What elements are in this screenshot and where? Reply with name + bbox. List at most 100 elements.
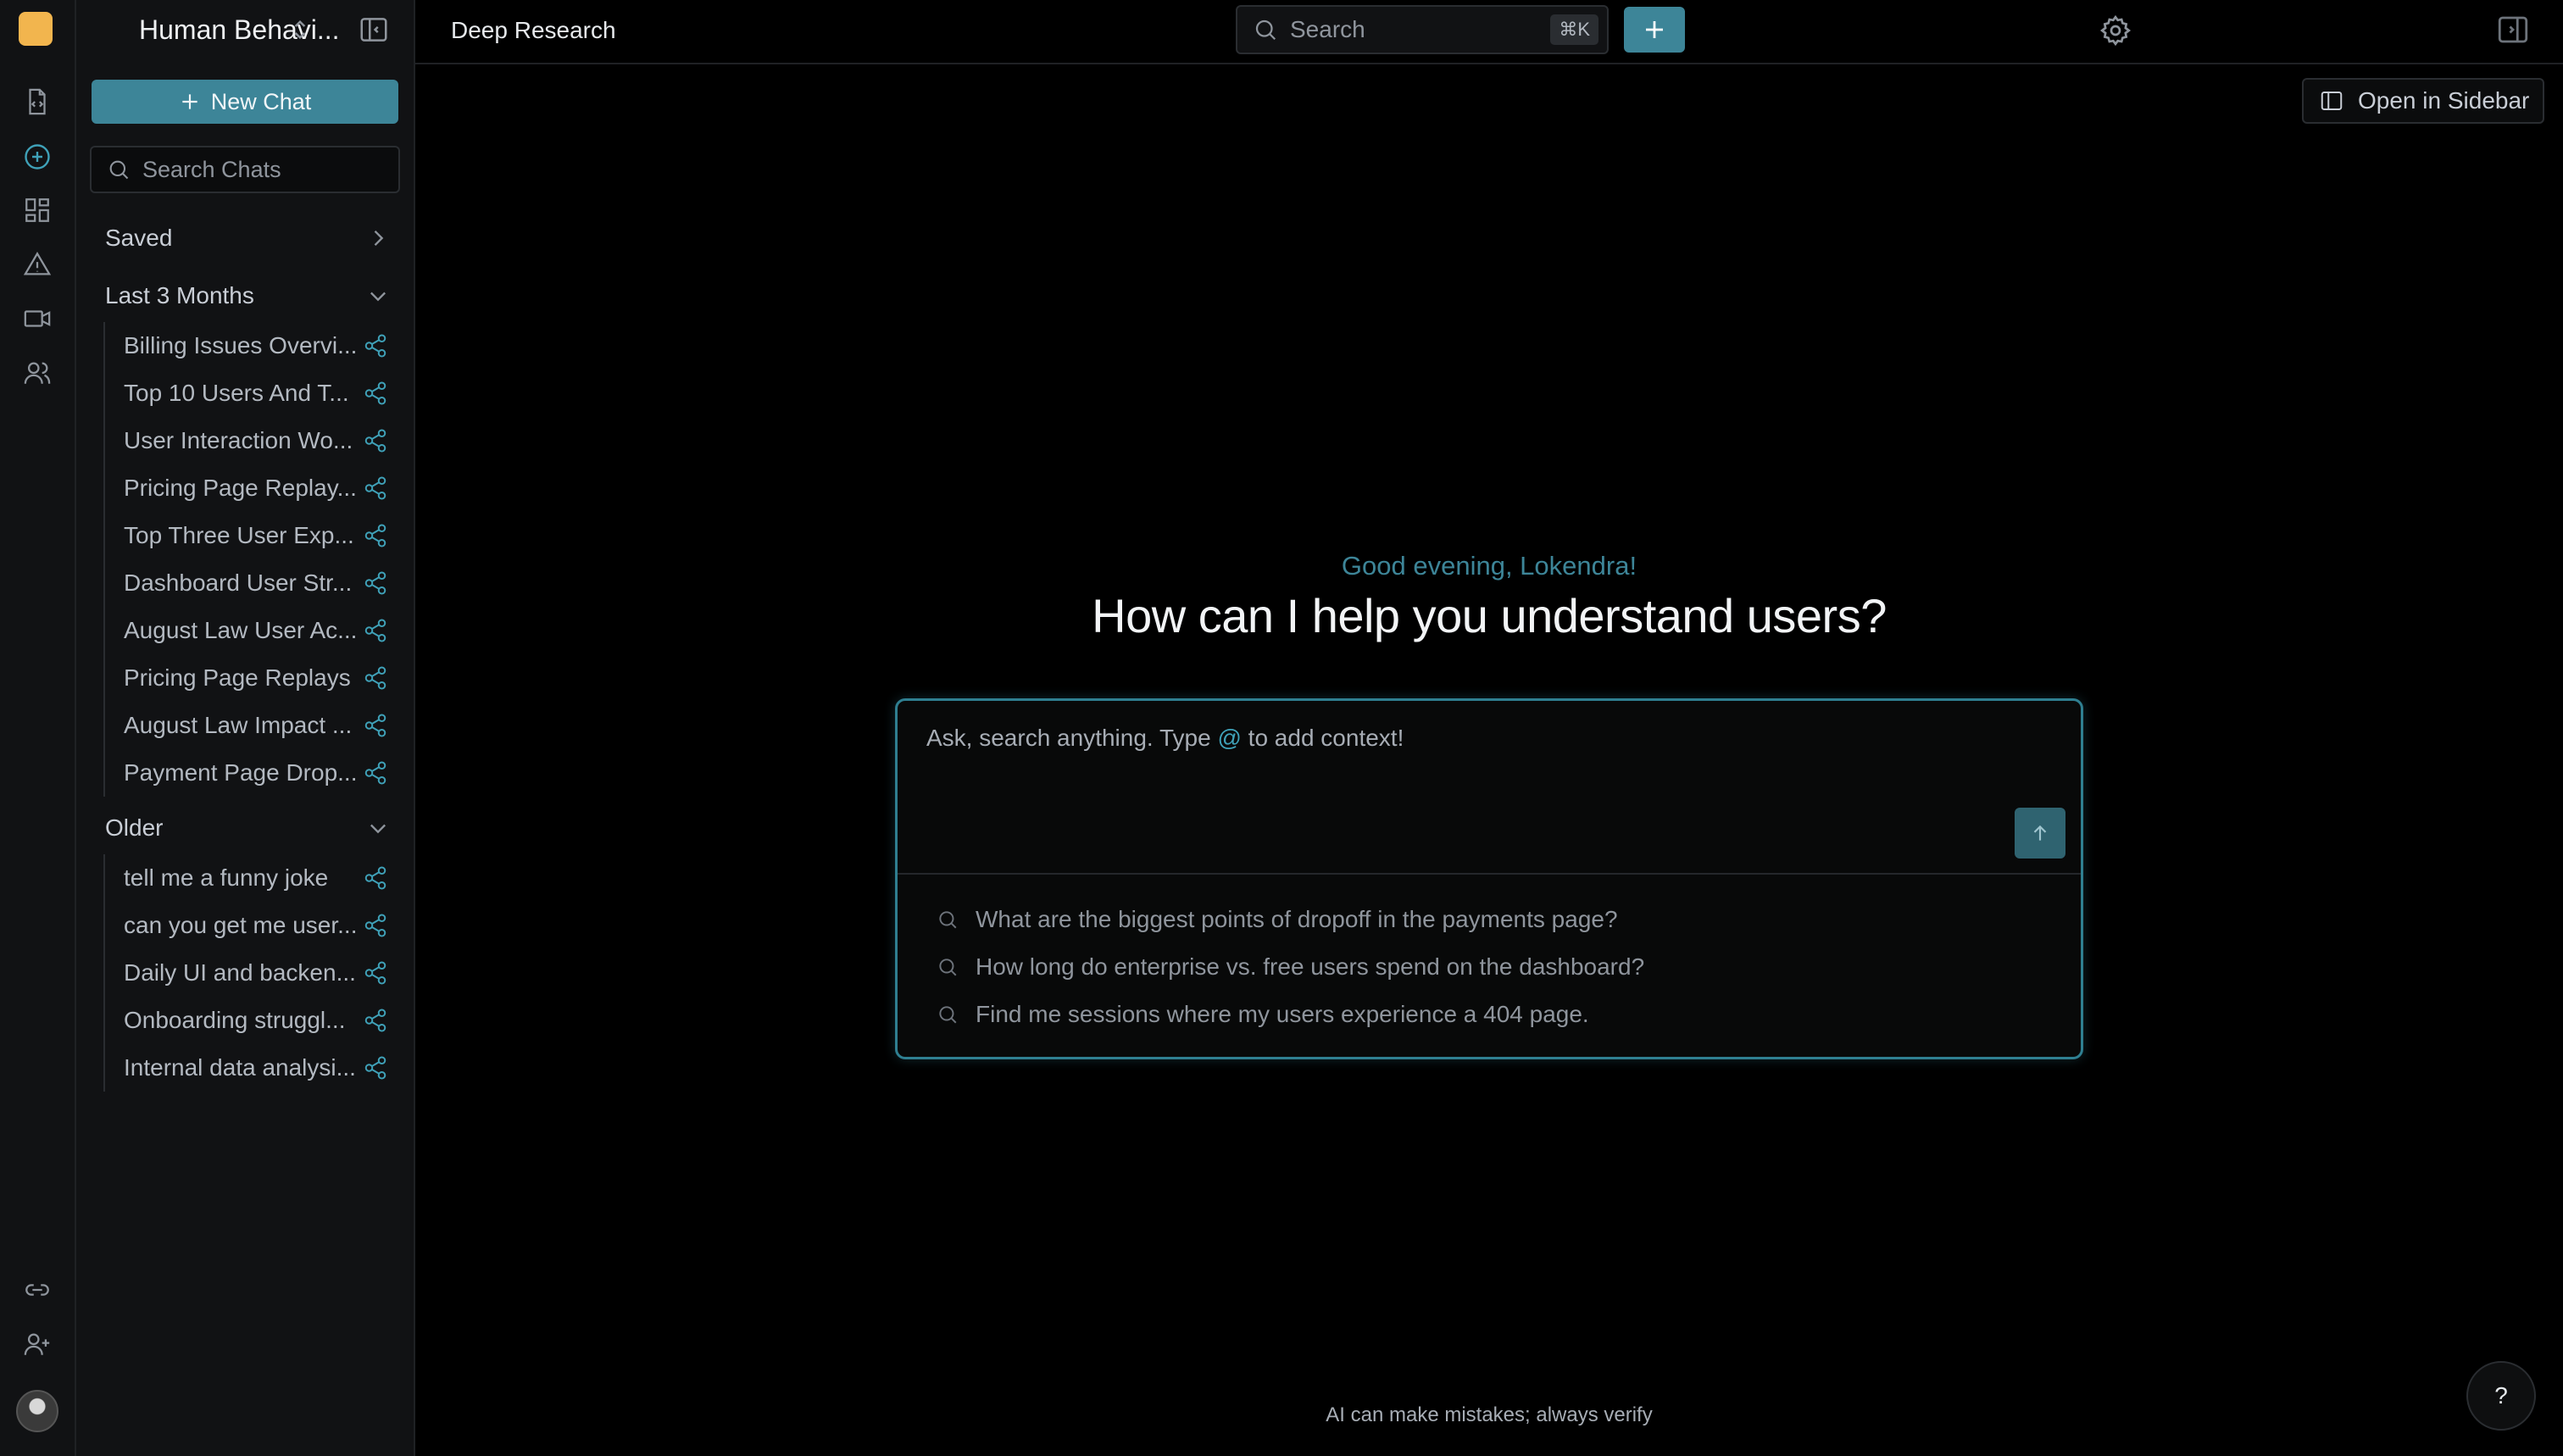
- share-icon[interactable]: [363, 760, 388, 786]
- share-icon[interactable]: [363, 523, 388, 548]
- share-icon[interactable]: [363, 1055, 388, 1081]
- chat-item-title: Payment Page Drop...: [124, 759, 358, 786]
- chat-item[interactable]: can you get me user...: [105, 902, 392, 949]
- workspace-logo[interactable]: [19, 12, 53, 46]
- chat-sidebar: Human Behavi... New Chat Saved Last 3 Mo…: [76, 0, 415, 1456]
- share-icon[interactable]: [363, 960, 388, 986]
- chat-item[interactable]: Top Three User Exp...: [105, 512, 392, 559]
- chat-item-title: tell me a funny joke: [124, 864, 329, 891]
- chat-item-title: Pricing Page Replays: [124, 664, 351, 691]
- global-search-placeholder: Search: [1290, 16, 1365, 42]
- suggestion-item[interactable]: What are the biggest points of dropoff i…: [937, 901, 1618, 938]
- section-older-label: Older: [105, 814, 164, 841]
- open-in-sidebar-label: Open in Sidebar: [2358, 87, 2530, 114]
- composer-prompt-at: @: [1217, 725, 1242, 751]
- search-icon: [939, 911, 957, 929]
- section-saved[interactable]: Saved: [105, 219, 390, 258]
- new-chat-label: New Chat: [210, 88, 312, 114]
- video-icon[interactable]: [14, 295, 61, 342]
- right-panel-toggle-icon[interactable]: [2495, 12, 2531, 47]
- chevron-right-icon: [374, 231, 384, 246]
- suggestion-text: What are the biggest points of dropoff i…: [976, 906, 1618, 932]
- chat-item-title: Pricing Page Replay...: [124, 475, 357, 501]
- collapse-sidebar-icon[interactable]: [358, 14, 390, 46]
- search-icon: [939, 959, 957, 976]
- chat-item[interactable]: Payment Page Drop...: [105, 749, 392, 797]
- composer-prompt-start: Ask, search anything. Type: [926, 725, 1218, 751]
- chat-item[interactable]: Top 10 Users And T...: [105, 370, 392, 417]
- global-search-button[interactable]: Search ⌘K: [1236, 5, 1609, 54]
- composer-prompt-end: to add context!: [1241, 725, 1404, 751]
- suggestion-item[interactable]: How long do enterprise vs. free users sp…: [937, 948, 1644, 986]
- search-icon: [1255, 19, 1276, 41]
- section-older[interactable]: Older: [105, 809, 390, 847]
- share-icon[interactable]: [363, 665, 388, 691]
- chat-item[interactable]: August Law Impact ...: [105, 702, 392, 749]
- plus-icon: [1646, 21, 1663, 38]
- composer-divider: [898, 873, 2081, 875]
- gear-icon[interactable]: [2099, 14, 2132, 47]
- share-icon[interactable]: [363, 333, 388, 358]
- suggestion-text: Find me sessions where my users experien…: [976, 1001, 1589, 1027]
- open-in-sidebar-button[interactable]: Open in Sidebar: [2302, 78, 2544, 124]
- chat-composer[interactable]: Ask, search anything. Type @ to add cont…: [895, 698, 2083, 1059]
- send-button[interactable]: [2015, 808, 2065, 859]
- new-chat-button[interactable]: New Chat: [92, 80, 398, 124]
- chat-item-title: Onboarding struggl...: [124, 1007, 346, 1033]
- dashboard-grid-icon[interactable]: [14, 186, 61, 234]
- chevron-up-down-icon[interactable]: [286, 15, 314, 44]
- chat-item-title: Top 10 Users And T...: [124, 380, 349, 406]
- share-icon[interactable]: [363, 713, 388, 738]
- section-last-3-months[interactable]: Last 3 Months: [105, 276, 390, 315]
- chat-item-title: Internal data analysi...: [124, 1054, 356, 1081]
- share-icon[interactable]: [363, 428, 388, 453]
- chat-item[interactable]: tell me a funny joke: [105, 854, 392, 902]
- older-chat-list: tell me a funny joke can you get me user…: [103, 854, 392, 1092]
- chat-item-title: Daily UI and backen...: [124, 959, 356, 986]
- share-icon[interactable]: [363, 1008, 388, 1033]
- help-button[interactable]: ?: [2466, 1361, 2536, 1431]
- share-icon[interactable]: [363, 570, 388, 596]
- sidebar-panel-icon: [2321, 92, 2343, 110]
- search-icon: [109, 160, 129, 180]
- warning-icon[interactable]: [14, 241, 61, 288]
- chat-item[interactable]: August Law User Ac...: [105, 607, 392, 654]
- chat-item[interactable]: Billing Issues Overvi...: [105, 322, 392, 370]
- chat-item[interactable]: Dashboard User Str...: [105, 559, 392, 607]
- chat-item[interactable]: Internal data analysi...: [105, 1044, 392, 1092]
- share-icon[interactable]: [363, 381, 388, 406]
- plus-circle-icon[interactable]: [14, 133, 61, 181]
- chat-item[interactable]: Onboarding struggl...: [105, 997, 392, 1044]
- composer-input[interactable]: Ask, search anything. Type @ to add cont…: [926, 725, 1404, 752]
- chat-item[interactable]: Pricing Page Replays: [105, 654, 392, 702]
- headline: How can I help you understand users?: [1092, 589, 1887, 642]
- search-chats-field[interactable]: [90, 146, 400, 193]
- chat-item[interactable]: Pricing Page Replay...: [105, 464, 392, 512]
- plus-icon: [182, 94, 197, 109]
- add-button[interactable]: [1624, 7, 1685, 53]
- section-last-3-months-label: Last 3 Months: [105, 282, 254, 308]
- recent-chat-list: Billing Issues Overvi... Top 10 Users An…: [103, 322, 392, 797]
- link-icon[interactable]: [14, 1266, 61, 1314]
- ai-disclaimer: AI can make mistakes; always verify: [1326, 1403, 1653, 1426]
- share-icon[interactable]: [363, 913, 388, 938]
- shortcut-badge: ⌘K: [1550, 14, 1598, 45]
- search-chats-input[interactable]: [142, 156, 380, 183]
- share-icon[interactable]: [363, 475, 388, 501]
- greeting: Good evening, Lokendra!: [1341, 551, 1637, 581]
- search-icon: [939, 1006, 957, 1024]
- suggestion-item[interactable]: Find me sessions where my users experien…: [937, 996, 1589, 1033]
- avatar[interactable]: [16, 1390, 58, 1432]
- chat-item-title: Top Three User Exp...: [124, 522, 354, 548]
- chat-item-title: Billing Issues Overvi...: [124, 332, 358, 358]
- share-icon[interactable]: [363, 618, 388, 643]
- chevron-down-icon: [370, 824, 386, 834]
- chat-item[interactable]: Daily UI and backen...: [105, 949, 392, 997]
- add-user-icon[interactable]: [14, 1320, 61, 1368]
- chat-item-title: August Law Impact ...: [124, 712, 353, 738]
- chat-item[interactable]: User Interaction Wo...: [105, 417, 392, 464]
- section-saved-label: Saved: [105, 225, 173, 251]
- share-icon[interactable]: [363, 865, 388, 891]
- users-icon[interactable]: [14, 349, 61, 397]
- document-code-icon[interactable]: [14, 78, 61, 125]
